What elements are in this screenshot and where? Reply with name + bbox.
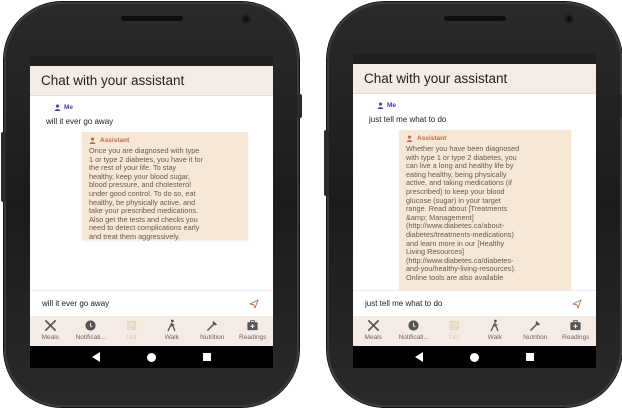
assistant-label: Assistant	[406, 135, 564, 142]
tab-meals[interactable]: Meals	[30, 319, 70, 341]
message-input[interactable]: will it ever go away	[30, 290, 273, 316]
volume-button	[1, 132, 6, 202]
tab-nutrition[interactable]: Nutrition	[515, 319, 555, 341]
system-nav-bar	[353, 346, 596, 368]
me-label: Me	[377, 102, 586, 109]
phone-right: Chat with your assistant Me just tell me…	[324, 2, 622, 407]
chat-area[interactable]: Me just tell me what to do Assistant Whe…	[353, 94, 596, 290]
person-icon	[54, 104, 61, 111]
assistant-label-text: Assistant	[100, 137, 130, 144]
message-input-value[interactable]: will it ever go away	[42, 299, 109, 308]
nutrition-icon	[529, 320, 540, 331]
app-bar: Chat with your assistant	[30, 66, 273, 96]
bottom-tab-bar: Meals Notificati... List Walk Nutrition …	[353, 316, 596, 346]
tab-list[interactable]: List	[111, 319, 151, 341]
me-label-text: Me	[64, 104, 74, 111]
front-camera	[564, 14, 574, 24]
me-label-text: Me	[387, 102, 397, 109]
home-icon[interactable]	[146, 352, 156, 362]
status-bar	[30, 56, 273, 66]
send-icon[interactable]	[572, 299, 582, 309]
tab-label: Meals	[364, 334, 382, 341]
nutrition-icon	[206, 320, 217, 331]
medkit-icon	[570, 320, 581, 331]
bell-icon	[85, 320, 96, 331]
back-icon[interactable]	[91, 352, 100, 362]
user-message: will it ever go away	[46, 117, 114, 126]
tab-label: List	[126, 334, 137, 341]
tab-label: Nutrition	[200, 334, 225, 341]
user-message: just tell me what to do	[369, 115, 447, 124]
tab-readings[interactable]: Readings	[233, 319, 273, 341]
bell-icon	[408, 320, 419, 331]
volume-button	[324, 130, 329, 196]
power-button	[297, 94, 302, 118]
walk-icon	[490, 319, 499, 332]
assistant-label-text: Assistant	[417, 135, 447, 142]
assistant-message-bubble: Assistant Once you are diagnosed with ty…	[82, 132, 248, 241]
status-bar	[353, 54, 596, 64]
recent-apps-icon[interactable]	[526, 353, 535, 361]
tab-meals[interactable]: Meals	[353, 319, 393, 341]
screen: Chat with your assistant Me just tell me…	[353, 54, 596, 368]
tab-notifications[interactable]: Notificati...	[394, 319, 434, 341]
person-icon	[377, 102, 384, 109]
list-icon	[449, 320, 459, 331]
page-title: Chat with your assistant	[364, 71, 508, 86]
assistant-message-bubble: Assistant Whether you have been diagnose…	[399, 130, 571, 290]
tab-label: List	[449, 334, 460, 341]
speaker-grille	[120, 16, 183, 21]
tab-nutrition[interactable]: Nutrition	[192, 319, 232, 341]
tab-label: Walk	[164, 334, 179, 341]
tab-list[interactable]: List	[434, 319, 474, 341]
tab-walk[interactable]: Walk	[152, 319, 192, 341]
tab-label: Readings	[562, 334, 590, 341]
tab-label: Walk	[487, 334, 502, 341]
tab-label: Meals	[41, 334, 59, 341]
phone-left: Chat with your assistant Me will it ever…	[1, 2, 302, 407]
assistant-label: Assistant	[89, 137, 241, 144]
message-input[interactable]: just tell me what to do	[353, 290, 596, 316]
walk-icon	[167, 319, 176, 332]
tab-label: Readings	[239, 334, 267, 341]
list-icon	[126, 320, 136, 331]
tab-walk[interactable]: Walk	[475, 319, 515, 341]
send-icon[interactable]	[249, 299, 259, 309]
back-icon[interactable]	[414, 352, 423, 362]
assistant-message: Whether you have been diagnosed with typ…	[406, 144, 520, 282]
me-label: Me	[54, 104, 263, 111]
assistant-message: Once you are diagnosed with type 1 or ty…	[89, 146, 203, 241]
medkit-icon	[247, 320, 258, 331]
page-title: Chat with your assistant	[41, 73, 185, 88]
recent-apps-icon[interactable]	[203, 353, 212, 361]
app-bar: Chat with your assistant	[353, 64, 596, 94]
system-nav-bar	[30, 346, 273, 368]
tab-notifications[interactable]: Notificati...	[71, 319, 111, 341]
utensils-icon	[367, 320, 379, 331]
utensils-icon	[44, 320, 56, 331]
front-camera	[241, 14, 251, 24]
speaker-grille	[443, 16, 506, 21]
tab-label: Nutrition	[523, 334, 548, 341]
tab-label: Notificati...	[75, 334, 106, 341]
tab-label: Notificati...	[398, 334, 429, 341]
chat-area[interactable]: Me will it ever go away Assistant Once y…	[30, 96, 273, 290]
person-icon	[406, 135, 413, 142]
bottom-tab-bar: Meals Notificati... List Walk Nutrition …	[30, 316, 273, 346]
screen: Chat with your assistant Me will it ever…	[30, 56, 273, 368]
message-input-value[interactable]: just tell me what to do	[365, 299, 442, 308]
tab-readings[interactable]: Readings	[556, 319, 596, 341]
person-icon	[89, 137, 96, 144]
home-icon[interactable]	[469, 352, 479, 362]
